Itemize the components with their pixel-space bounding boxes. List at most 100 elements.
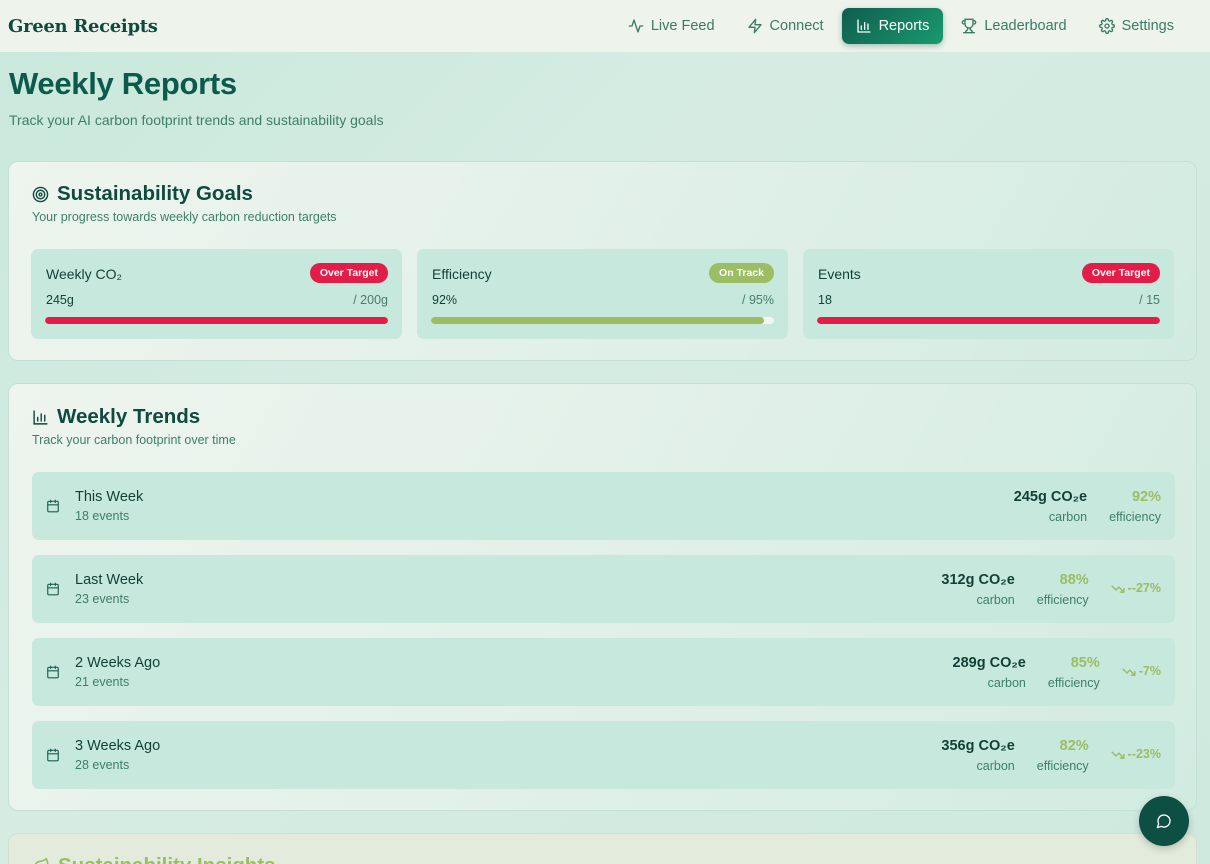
- progress-bar: [817, 317, 1160, 324]
- efficiency-value: 88%: [1059, 572, 1089, 588]
- efficiency-label: efficiency: [1036, 593, 1089, 607]
- sustainability-goals-card: Sustainability Goals Your progress towar…: [8, 161, 1197, 361]
- insights-title-text: Sustainability Insights: [58, 854, 276, 864]
- page-subtitle: Track your AI carbon footprint trends an…: [9, 112, 384, 128]
- trend-indicator: --27%: [1111, 581, 1161, 595]
- carbon-value: 289g CO₂e: [952, 655, 1026, 671]
- week-events: 21 events: [75, 675, 130, 689]
- goal-target: / 200g: [353, 293, 388, 307]
- week-name: Last Week: [75, 572, 144, 588]
- trophy-icon: [962, 18, 977, 34]
- week-stats: 245g CO₂e carbon 92% efficiency: [1014, 488, 1161, 526]
- gear-icon: [1098, 18, 1115, 34]
- goal-target: / 95%: [742, 293, 774, 307]
- week-row-3-weeks-ago[interactable]: 3 Weeks Ago 28 events 356g CO₂e carbon 82…: [32, 721, 1175, 789]
- calendar-icon: [47, 665, 59, 679]
- week-stats: 312g CO₂e carbon 88% efficiency --27%: [941, 571, 1161, 609]
- week-row-2-weeks-ago[interactable]: 2 Weeks Ago 21 events 289g CO₂e carbon 85…: [32, 638, 1175, 706]
- week-name: 3 Weeks Ago: [75, 738, 161, 754]
- efficiency-value: 82%: [1059, 738, 1089, 754]
- nav-label: Leaderboard: [984, 18, 1067, 34]
- goals-title-text: Sustainability Goals: [57, 182, 253, 205]
- nav-live-feed[interactable]: Live Feed: [614, 8, 729, 44]
- week-row-this-week[interactable]: This Week 18 events 245g CO₂e carbon 92% e…: [32, 472, 1175, 540]
- goal-name: Events: [818, 266, 861, 282]
- bar-chart-icon: [856, 19, 871, 33]
- week-stats: 289g CO₂e carbon 85% efficiency -7%: [953, 654, 1161, 692]
- insights-card-title: Sustainability Insights: [32, 854, 276, 864]
- progress-bar: [431, 317, 774, 324]
- main-nav: Live Feed Connect Reports Leaderboard Se…: [614, 8, 1188, 44]
- goal-weekly-co2: Weekly CO₂ Over Target 245g / 200g: [31, 249, 402, 339]
- activity-icon: [628, 19, 644, 33]
- week-events: 28 events: [75, 758, 130, 772]
- status-badge: Over Target: [1081, 263, 1160, 283]
- progress-bar: [45, 317, 388, 324]
- goal-target: / 15: [1139, 293, 1160, 307]
- leaf-icon: [34, 857, 49, 864]
- week-name: This Week: [75, 489, 144, 505]
- carbon-value: 356g CO₂e: [941, 738, 1015, 754]
- nav-label: Connect: [769, 18, 824, 34]
- efficiency-value: 85%: [1070, 655, 1100, 671]
- trending-down-icon: [1111, 751, 1125, 759]
- calendar-icon: [47, 499, 59, 513]
- goal-events: Events Over Target 18 / 15: [803, 249, 1174, 339]
- bar-chart-icon: [33, 409, 48, 425]
- status-badge: On Track: [709, 263, 774, 283]
- trending-down-icon: [1111, 585, 1125, 593]
- carbon-value: 245g CO₂e: [1013, 489, 1088, 505]
- progress-fill: [817, 317, 1160, 324]
- efficiency-label: efficiency: [1036, 759, 1089, 773]
- weekly-trends-card: Weekly Trends Track your carbon footprin…: [8, 383, 1197, 811]
- nav-settings[interactable]: Settings: [1085, 8, 1188, 44]
- goal-value: 245g: [46, 293, 74, 307]
- efficiency-label: efficiency: [1047, 676, 1100, 690]
- progress-fill: [45, 317, 388, 324]
- goal-name: Efficiency: [432, 266, 492, 282]
- carbon-label: carbon: [976, 593, 1015, 607]
- target-icon: [32, 186, 49, 202]
- trend-value: --27%: [1127, 581, 1161, 595]
- week-name: 2 Weeks Ago: [75, 655, 161, 671]
- nav-connect[interactable]: Connect: [733, 8, 838, 44]
- trend-value: -7%: [1138, 664, 1161, 678]
- goal-value: 92%: [432, 293, 458, 307]
- trends-title-text: Weekly Trends: [57, 405, 201, 428]
- trend-indicator: -7%: [1122, 664, 1161, 678]
- trends-card-title: Weekly Trends: [32, 405, 200, 429]
- nav-label: Live Feed: [650, 18, 715, 34]
- zap-icon: [747, 18, 762, 34]
- sustainability-insights-card: Sustainability Insights: [8, 833, 1197, 864]
- progress-fill: [431, 317, 764, 324]
- nav-label: Settings: [1121, 18, 1174, 34]
- trend-indicator: --23%: [1111, 747, 1161, 761]
- nav-label: Reports: [878, 18, 930, 34]
- week-stats: 356g CO₂e carbon 82% efficiency --23%: [941, 737, 1161, 775]
- message-circle-icon: [1156, 814, 1171, 829]
- trend-value: --23%: [1127, 747, 1161, 761]
- nav-reports[interactable]: Reports: [841, 8, 944, 44]
- page-title: Weekly Reports: [9, 66, 237, 101]
- week-events: 23 events: [75, 592, 130, 606]
- efficiency-value: 92%: [1131, 489, 1161, 505]
- goal-efficiency: Efficiency On Track 92% / 95%: [417, 249, 788, 339]
- carbon-value: 312g CO₂e: [941, 572, 1015, 588]
- trends-subtitle: Track your carbon footprint over time: [32, 433, 236, 447]
- top-nav-bar: Green Receipts Live Feed Connect Reports…: [0, 0, 1210, 52]
- week-row-last-week[interactable]: Last Week 23 events 312g CO₂e carbon 88% e…: [32, 555, 1175, 623]
- nav-leaderboard[interactable]: Leaderboard: [947, 8, 1080, 44]
- brand-logo[interactable]: Green Receipts: [8, 16, 158, 37]
- calendar-icon: [47, 748, 59, 762]
- goal-value: 18: [818, 293, 832, 307]
- status-badge: Over Target: [309, 263, 388, 283]
- carbon-label: carbon: [1048, 510, 1088, 524]
- goals-card-title: Sustainability Goals: [32, 182, 253, 206]
- chat-button[interactable]: [1139, 796, 1189, 846]
- trending-down-icon: [1122, 668, 1136, 676]
- carbon-label: carbon: [987, 676, 1026, 690]
- week-events: 18 events: [75, 509, 130, 523]
- calendar-icon: [47, 582, 59, 596]
- efficiency-label: efficiency: [1109, 510, 1161, 524]
- carbon-label: carbon: [976, 759, 1015, 773]
